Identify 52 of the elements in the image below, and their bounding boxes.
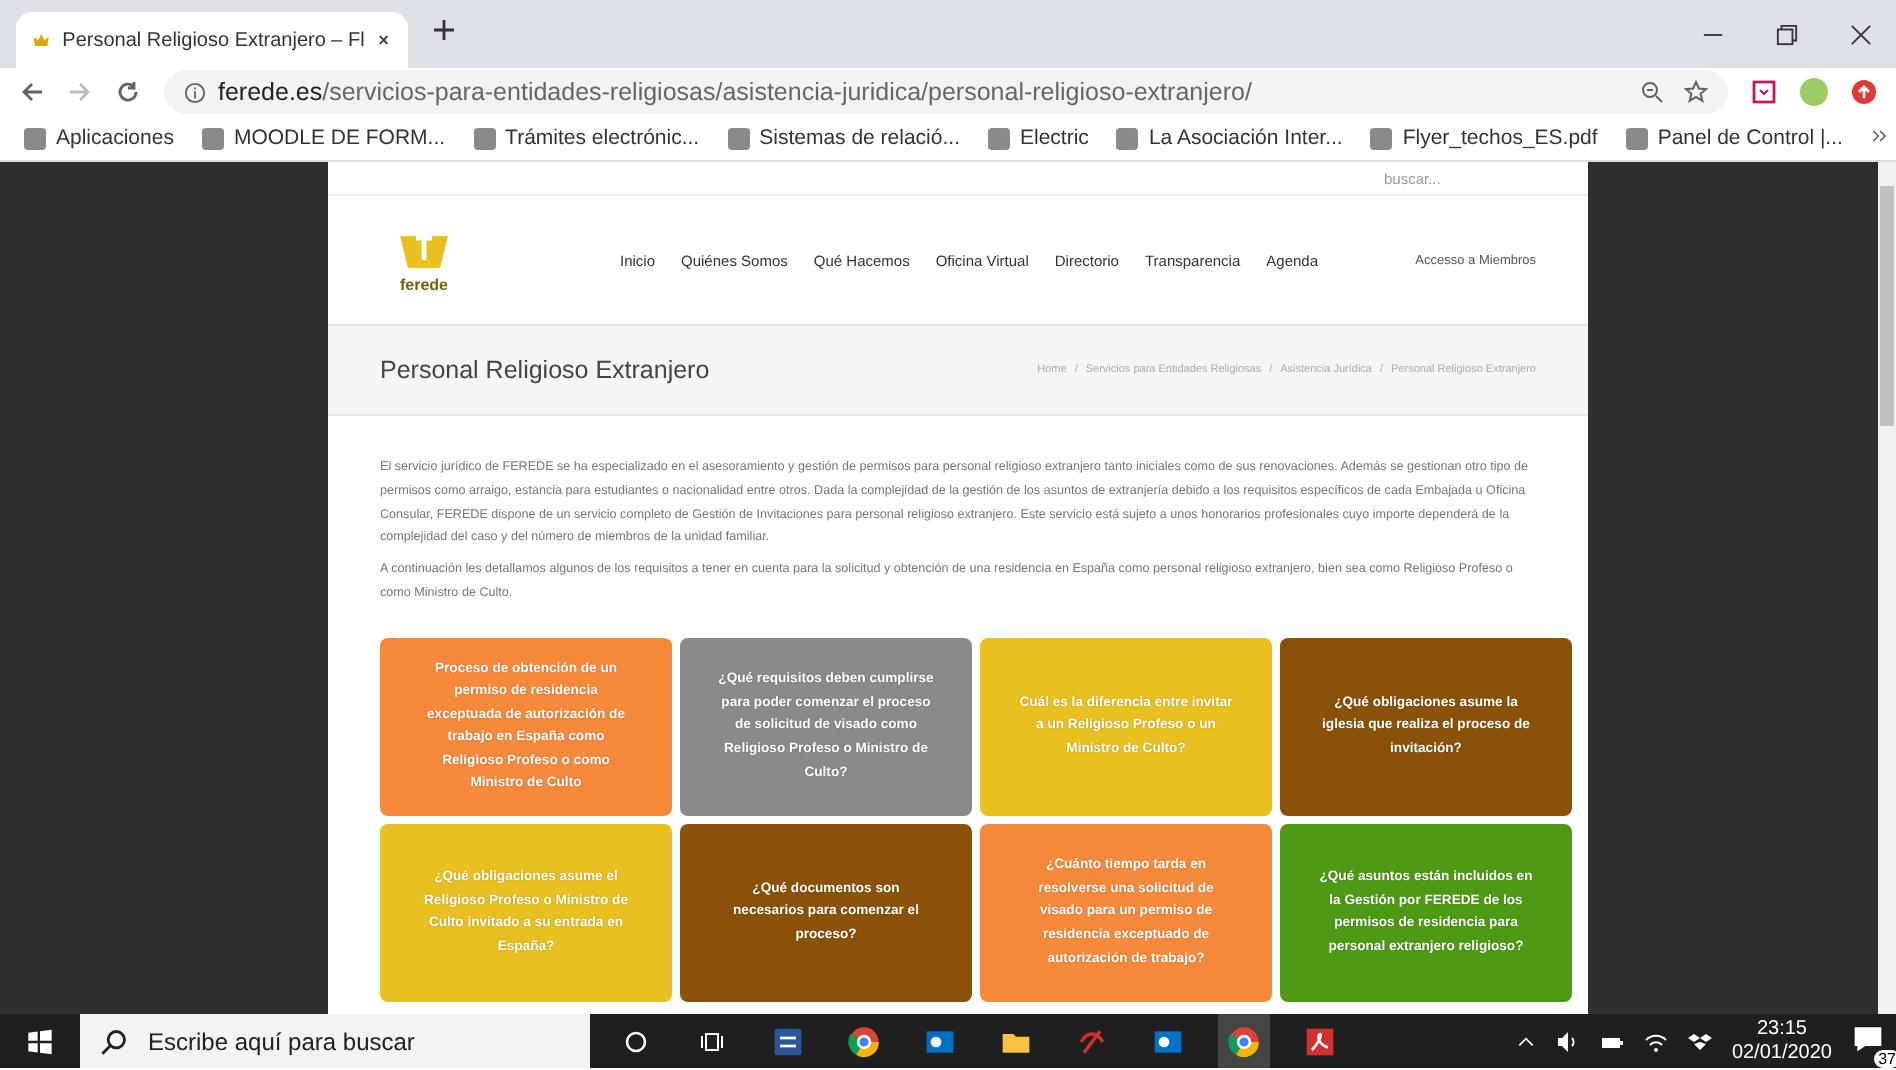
- mail-app-icon[interactable]: [924, 1025, 956, 1057]
- browser-icon[interactable]: [1228, 1025, 1260, 1057]
- bookmark-icon: [24, 127, 46, 149]
- notification-count: 37: [1874, 1050, 1896, 1068]
- bookmark[interactable]: Sistemas de relació...: [759, 126, 960, 150]
- bookmark-icon: [1116, 127, 1139, 149]
- windows-icon[interactable]: [26, 1027, 54, 1055]
- back-icon[interactable]: [20, 80, 44, 104]
- scrollbar[interactable]: [1878, 162, 1896, 1014]
- browser-icon[interactable]: [848, 1025, 880, 1057]
- reload-icon[interactable]: [116, 80, 140, 104]
- swirl-icon[interactable]: [1076, 1025, 1108, 1057]
- bookmark[interactable]: Aplicaciones: [56, 126, 174, 150]
- circle-icon[interactable]: [624, 1029, 648, 1053]
- bookmark[interactable]: Panel de Control |...: [1657, 126, 1843, 150]
- bookmark-icon: [473, 127, 496, 149]
- document-app-icon[interactable]: [772, 1025, 804, 1057]
- browser-tab[interactable]: Personal Religioso Extranjero – Fl: [16, 12, 408, 68]
- bookmark-icon: [727, 127, 750, 149]
- restore-icon[interactable]: [1776, 23, 1798, 45]
- bookmark-icon: [201, 127, 224, 149]
- clock-date: 02/01/2020: [1731, 1041, 1832, 1065]
- more-icon[interactable]: [1870, 125, 1891, 145]
- bookmark-icon: [1625, 127, 1648, 149]
- bookmark[interactable]: Flyer_techos_ES.pdf: [1402, 126, 1598, 150]
- search-icon: [100, 1028, 128, 1056]
- bookmark-icon: [988, 127, 1010, 149]
- bookmark[interactable]: Electric: [1020, 126, 1089, 150]
- new-tab-icon[interactable]: [432, 18, 456, 42]
- mail-app-icon[interactable]: [1152, 1025, 1184, 1057]
- bookmark[interactable]: Trámites electrónic...: [505, 126, 700, 150]
- close-icon[interactable]: [376, 30, 392, 50]
- speaker-icon[interactable]: [1555, 1029, 1580, 1053]
- box-icon[interactable]: [1687, 1029, 1712, 1053]
- pdf-app-icon[interactable]: [1304, 1025, 1336, 1057]
- info-icon: [184, 81, 206, 103]
- address-bar[interactable]: ferede.es/servicios-para-entidades-religiosas/asistencia-juridica/personal-religioso-extranjero/: [164, 70, 1728, 114]
- clock-time: 23:15: [1756, 1017, 1807, 1041]
- extension-icon[interactable]: [1752, 80, 1776, 104]
- taskbar-search-field[interactable]: Escribe aquí para buscar: [80, 1014, 590, 1068]
- wifi-icon[interactable]: [1643, 1029, 1668, 1053]
- close-icon[interactable]: [1850, 23, 1872, 45]
- bookmark[interactable]: La Asociación Inter...: [1148, 126, 1343, 150]
- update-icon[interactable]: [1852, 80, 1876, 104]
- star-icon[interactable]: [1684, 80, 1708, 104]
- notification-icon[interactable]: [1852, 1022, 1884, 1054]
- page-title: Personal Religioso Extranjero: [380, 356, 710, 384]
- logo-text: ferede: [399, 275, 448, 293]
- bookmark-icon: [1370, 127, 1393, 149]
- task-view-icon[interactable]: [700, 1029, 724, 1053]
- zoom-icon[interactable]: [1640, 80, 1664, 104]
- bookmark[interactable]: MOODLE DE FORM...: [233, 126, 446, 150]
